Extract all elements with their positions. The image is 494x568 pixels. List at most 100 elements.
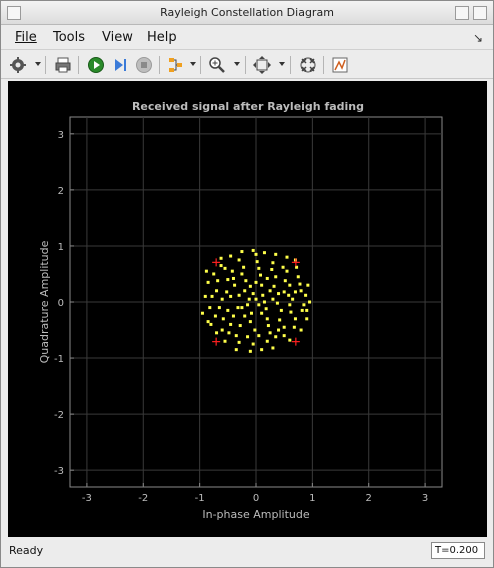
menu-bar: File Tools View Help ↘ (1, 26, 493, 50)
signal-point (225, 290, 229, 294)
menu-view[interactable]: View (102, 30, 133, 45)
signal-point (229, 294, 233, 298)
menu-file[interactable]: File (15, 30, 37, 45)
tick-label-x: -1 (195, 493, 205, 504)
toolbar (1, 51, 493, 79)
signal-point (305, 317, 309, 321)
signal-point (305, 308, 309, 312)
app-window: Rayleigh Constellation Diagram File Tool… (0, 0, 494, 568)
pan-dropdown-icon[interactable] (279, 62, 285, 66)
signal-point (209, 322, 213, 326)
signal-point (262, 251, 266, 255)
signal-point (251, 342, 255, 346)
tick-label-y: 2 (58, 186, 64, 197)
signal-point (220, 297, 224, 301)
menu-help-label: Help (147, 30, 177, 45)
signal-point (251, 248, 255, 252)
signal-point (302, 303, 306, 307)
tick-label-y: -1 (54, 354, 64, 365)
highlight-dropdown-icon[interactable] (190, 62, 196, 66)
signal-point (271, 297, 275, 301)
signal-point (249, 311, 253, 315)
tick-label-x: -3 (82, 493, 92, 504)
pan-icon[interactable] (251, 54, 273, 76)
signal-point (272, 284, 276, 288)
signal-point (204, 269, 208, 273)
menu-help[interactable]: Help (147, 30, 177, 45)
tick-label-y: -3 (54, 466, 64, 477)
tick-label-x: 2 (366, 493, 372, 504)
tick-label-y: -2 (54, 410, 64, 421)
signal-point (274, 335, 278, 339)
signal-point (240, 272, 244, 276)
stop-icon[interactable] (133, 54, 155, 76)
signal-point (237, 293, 241, 297)
signal-point (231, 314, 235, 318)
signal-point (299, 289, 303, 293)
signal-point (288, 338, 292, 342)
signal-point (264, 307, 268, 311)
signal-point (262, 300, 266, 304)
signal-point (240, 250, 244, 254)
signal-point (248, 349, 252, 353)
constellation-chart[interactable]: Received signal after Rayleigh fading -3… (8, 81, 487, 537)
zoom-in-icon[interactable] (206, 54, 228, 76)
chart-title: Received signal after Rayleigh fading (132, 100, 364, 113)
signal-point (254, 297, 258, 301)
signal-point (260, 311, 264, 315)
signal-point (287, 293, 291, 297)
signal-point (293, 290, 297, 294)
signal-point (260, 283, 264, 287)
signal-point (217, 306, 221, 310)
zoom-dropdown-icon[interactable] (234, 62, 240, 66)
signal-point (226, 278, 230, 282)
maximize-button[interactable] (473, 6, 487, 20)
signal-point (219, 256, 223, 260)
signal-point (254, 280, 258, 284)
signal-point (215, 331, 219, 335)
signal-point (278, 318, 282, 322)
signal-point (291, 297, 295, 301)
signal-point (254, 252, 258, 256)
signal-point (300, 308, 304, 312)
signal-point (200, 311, 204, 315)
undock-icon[interactable]: ↘ (473, 31, 483, 45)
signal-point (215, 289, 219, 293)
signal-point (253, 328, 257, 332)
reference-constellation-icon[interactable] (297, 54, 319, 76)
step-icon[interactable] (109, 54, 131, 76)
status-bar: Ready T=0.200 (1, 539, 493, 567)
signal-point (293, 317, 297, 321)
print-icon[interactable] (52, 54, 74, 76)
signal-point (243, 314, 247, 318)
signal-point (277, 292, 281, 296)
signal-point (227, 331, 231, 335)
signal-point (226, 308, 230, 312)
signal-point (288, 283, 292, 287)
measurements-icon[interactable] (329, 54, 351, 76)
highlight-icon[interactable] (165, 54, 187, 76)
x-axis-label: In-phase Amplitude (202, 508, 309, 521)
minimize-button[interactable] (455, 6, 469, 20)
signal-point (285, 269, 289, 273)
signal-point (268, 289, 272, 293)
settings-dropdown-icon[interactable] (35, 62, 41, 66)
title-bar[interactable]: Rayleigh Constellation Diagram (1, 1, 493, 25)
signal-point (248, 320, 252, 324)
signal-point (299, 328, 303, 332)
time-display: T=0.200 (431, 542, 485, 559)
signal-point (234, 348, 238, 352)
y-axis-label: Quadrature Amplitude (38, 240, 51, 363)
run-icon[interactable] (85, 54, 107, 76)
signal-point (306, 283, 310, 287)
gear-icon[interactable] (7, 54, 29, 76)
signal-point (265, 276, 269, 280)
tick-label-x: 0 (253, 493, 259, 504)
signal-point (223, 339, 227, 343)
menu-tools-label: Tools (53, 30, 86, 45)
menu-view-label: View (102, 30, 133, 45)
signal-point (210, 294, 214, 298)
signal-point (236, 306, 240, 310)
signal-point (208, 306, 212, 310)
menu-tools[interactable]: Tools (53, 30, 85, 45)
